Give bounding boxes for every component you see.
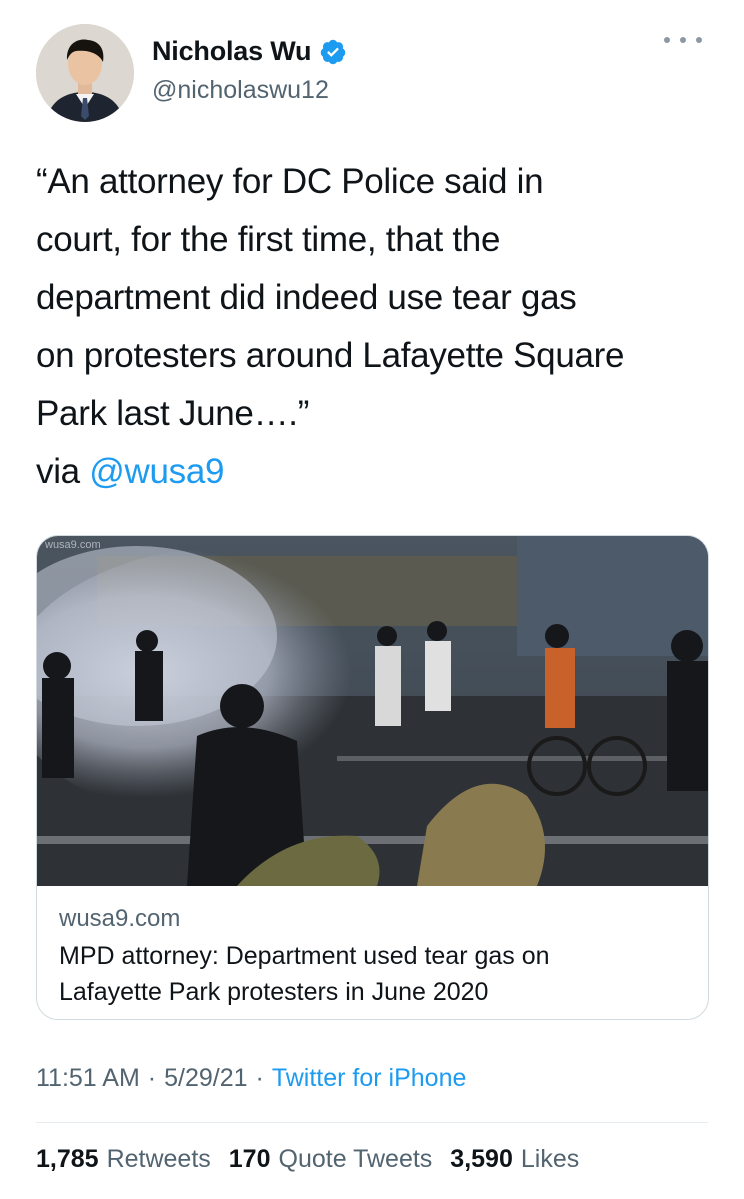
tweet-text-line: department did indeed use tear gas <box>36 278 577 317</box>
card-watermark: wusa9.com <box>44 539 101 551</box>
avatar-photo <box>36 24 134 122</box>
tweet-time[interactable]: 11:51 AM <box>36 1064 140 1093</box>
tweet-text-line: “An attorney for DC Police said in <box>36 162 544 201</box>
tweet-text-line: on protesters around Lafayette Square <box>36 336 625 375</box>
card-meta[interactable]: wusa9.com MPD attorney: Department used … <box>59 904 690 1010</box>
card-title-line: MPD attorney: Department used tear gas o… <box>59 942 550 970</box>
link-preview-card[interactable]: wusa9.com wusa9.com MPD attorney: Depart… <box>36 535 709 1020</box>
card-domain: wusa9.com <box>59 905 181 932</box>
more-dot <box>664 37 670 43</box>
tweet-text: “An attorney for DC Police said in court… <box>36 153 726 501</box>
retweets-stat[interactable]: 1,785 Retweets <box>36 1145 211 1174</box>
more-dot <box>680 37 686 43</box>
quote-tweets-stat[interactable]: 170 Quote Tweets <box>229 1145 433 1174</box>
verified-badge-icon <box>319 38 347 66</box>
card-title-line: Lafayette Park protesters in June 2020 <box>59 978 489 1006</box>
retweets-count: 1,785 <box>36 1145 99 1173</box>
more-options-icon[interactable] <box>664 28 702 52</box>
meta-separator: · <box>255 1064 264 1092</box>
likes-count: 3,590 <box>450 1145 513 1173</box>
author-handle[interactable]: @nicholaswu12 <box>152 76 329 105</box>
divider <box>36 1122 708 1123</box>
tweet-text-line: Park last June….” <box>36 394 310 433</box>
likes-stat[interactable]: 3,590 Likes <box>450 1145 579 1174</box>
likes-label: Likes <box>520 1145 580 1173</box>
avatar[interactable] <box>36 24 134 122</box>
card-image[interactable]: wusa9.com <box>37 536 708 886</box>
meta-separator: · <box>147 1064 157 1092</box>
tweet-text-line: court, for the first time, that the <box>36 220 501 259</box>
tweet-source-link[interactable]: Twitter for iPhone <box>272 1064 467 1093</box>
quote-tweets-label: Quote Tweets <box>278 1145 433 1173</box>
quote-tweets-count: 170 <box>228 1145 271 1173</box>
author-name-row: Nicholas Wu <box>152 36 347 67</box>
more-dot <box>696 37 702 43</box>
tweet-meta: 11:51 AM · 5/29/21 · Twitter for iPhone <box>36 1064 466 1093</box>
tweet-header: Nicholas Wu @nicholaswu12 <box>36 14 708 122</box>
tweet-via-line: via @wusa9 <box>36 443 726 501</box>
card-title: MPD attorney: Department used tear gas o… <box>59 938 690 1010</box>
tweet-date[interactable]: 5/29/21 <box>164 1064 247 1093</box>
via-prefix: via <box>36 452 80 491</box>
display-name[interactable]: Nicholas Wu <box>152 36 312 67</box>
retweets-label: Retweets <box>106 1145 211 1173</box>
tweet-stats: 1,785 Retweets 170 Quote Tweets 3,590 Li… <box>36 1145 597 1174</box>
mention-link[interactable]: @wusa9 <box>89 452 224 491</box>
